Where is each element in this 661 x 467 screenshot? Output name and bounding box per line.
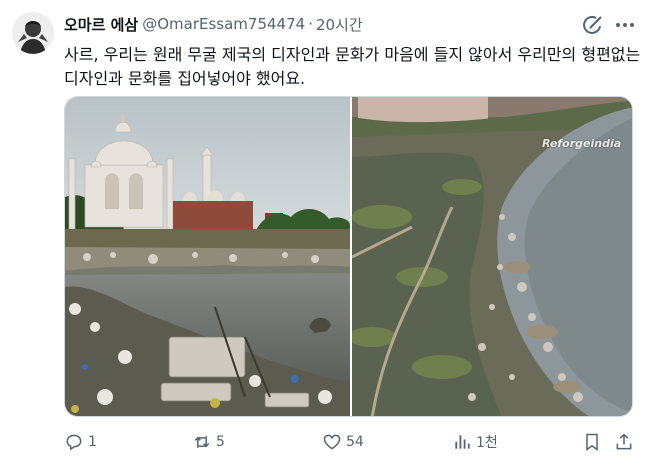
action-bar: 1 5 54 1천 — [64, 428, 644, 456]
post-text: 사르, 우리는 원래 무굴 제국의 디자인과 문화가 마음에 들지 않아서 우리… — [64, 45, 641, 88]
like-button[interactable]: 54 — [322, 428, 364, 456]
bookmark-icon — [586, 433, 598, 451]
separator-dot: · — [308, 15, 313, 33]
grok-icon[interactable] — [582, 14, 604, 36]
share-icon — [616, 433, 632, 450]
reply-icon — [66, 434, 82, 451]
post-media[interactable]: Reforgeindia — [64, 96, 633, 417]
photo-aerial-polluted-river[interactable]: Reforgeindia — [352, 97, 632, 416]
reply-count: 1 — [88, 434, 97, 450]
repost-count: 5 — [216, 434, 225, 450]
post-time[interactable]: 20시간 — [316, 14, 363, 35]
bookmark-button[interactable] — [582, 428, 602, 456]
like-icon — [323, 434, 341, 450]
views-button[interactable]: 1천 — [452, 428, 498, 456]
reply-button[interactable]: 1 — [64, 428, 97, 456]
user-handle[interactable]: @OmarEssam754474 — [142, 15, 305, 33]
like-count: 54 — [346, 434, 364, 450]
image-watermark: Reforgeindia — [542, 137, 622, 150]
repost-button[interactable]: 5 — [192, 428, 225, 456]
share-button[interactable] — [614, 428, 634, 456]
avatar[interactable] — [12, 12, 54, 54]
display-name[interactable]: 오마르 에삼 — [64, 14, 138, 35]
photo-taj-mahal-riverbank[interactable] — [65, 97, 350, 416]
post-header: 오마르 에삼 @OmarEssam754474 · 20시간 — [64, 14, 661, 34]
repost-icon — [194, 436, 210, 448]
more-icon[interactable] — [614, 14, 636, 36]
views-count: 1천 — [476, 435, 498, 451]
views-icon — [455, 435, 470, 449]
